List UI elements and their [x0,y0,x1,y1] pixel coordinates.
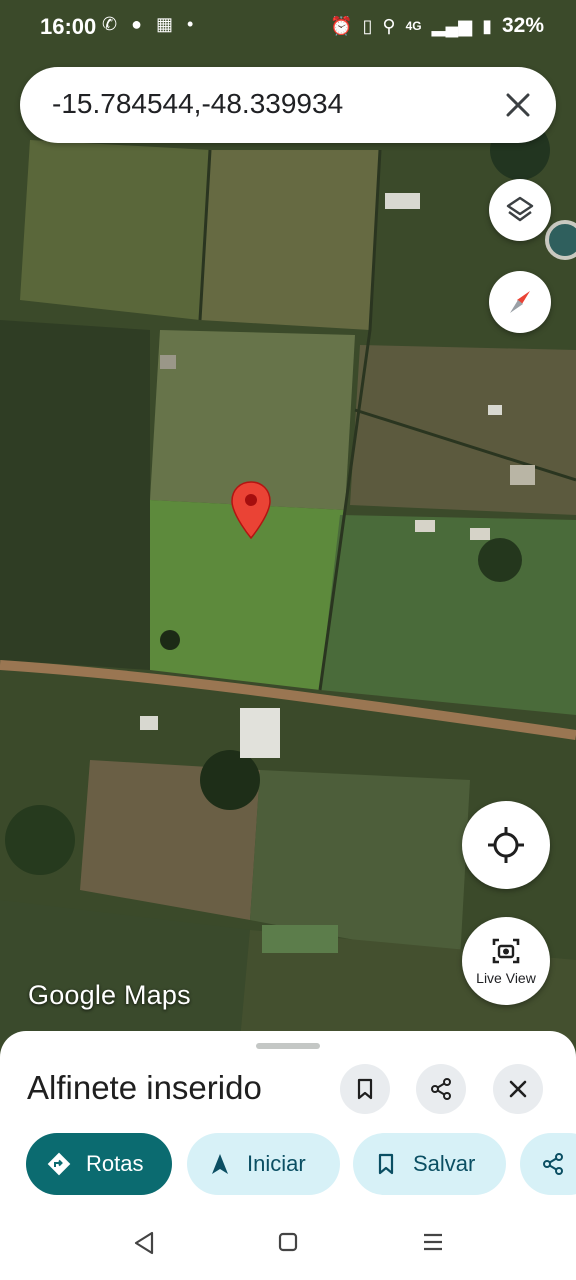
recents-button[interactable] [421,1231,445,1258]
battery-percent: 32% [501,14,544,37]
sheet-drag-handle[interactable] [256,1043,320,1049]
layers-button[interactable] [489,179,551,241]
map-pin-icon [231,481,271,540]
bookmark-icon [373,1151,399,1177]
battery-icon: ▮ [482,15,492,36]
home-icon [278,1232,298,1252]
alarm-icon: ⏰ [330,15,353,36]
recents-menu-icon [424,1233,442,1251]
bookmark-icon [357,1078,373,1100]
chat-icon: ● [131,14,142,34]
signal-icon: ▂▄▆ [431,15,473,36]
system-navigation-bar [0,1210,576,1280]
directions-icon [46,1151,72,1177]
back-button[interactable] [132,1230,156,1261]
directions-label: Rotas [86,1151,144,1176]
save-place-button[interactable] [340,1064,390,1114]
home-button[interactable] [277,1231,299,1258]
place-title: Alfinete inserido [27,1069,262,1106]
share-icon [431,1078,451,1100]
navigation-arrow-icon [207,1151,233,1177]
vibrate-icon: ▯ [362,15,373,36]
compass-button[interactable] [489,271,551,333]
live-view-label: Live View [476,970,536,986]
dot-icon: • [186,14,194,34]
compass-icon [510,291,530,313]
layers-icon [506,196,534,222]
status-bar: 16:00 ✆ ● ▦ • ⏰ ▯ ⚲ 4G ▂▄▆ ▮ 32% [0,0,576,54]
share-icon [540,1151,566,1177]
save-label: Salvar [413,1151,476,1176]
live-view-button[interactable]: Live View [462,917,550,1005]
dropped-pin[interactable] [230,480,272,540]
search-bar[interactable]: -15.784544,-48.339934 [20,67,556,143]
share-chip-button[interactable] [520,1133,576,1195]
notification-icons: ✆ ● ▦ • [102,14,193,35]
close-icon [506,93,530,117]
live-view-camera-icon [492,938,520,964]
directions-button[interactable]: Rotas [26,1133,172,1195]
clear-search-button[interactable] [498,85,538,125]
start-navigation-button[interactable]: Iniciar [187,1133,340,1195]
status-time: 16:00 [40,14,97,39]
save-button[interactable]: Salvar [353,1133,506,1195]
crosshair-icon [488,827,524,863]
location-status-icon: ⚲ [382,15,396,36]
search-input[interactable]: -15.784544,-48.339934 [52,88,343,120]
my-location-button[interactable] [462,801,550,889]
whatsapp-icon: ✆ [102,14,118,34]
google-maps-logo: Google Maps [28,980,191,1010]
close-icon [509,1080,527,1098]
network-type-label: 4G [405,19,422,33]
share-place-button[interactable] [416,1064,466,1114]
start-label: Iniciar [247,1151,306,1176]
close-sheet-button[interactable] [493,1064,543,1114]
app-store-icon: ▦ [155,14,173,34]
back-icon [134,1231,154,1255]
system-icons: ⏰ ▯ ⚲ 4G ▂▄▆ ▮ 32% [330,14,544,38]
